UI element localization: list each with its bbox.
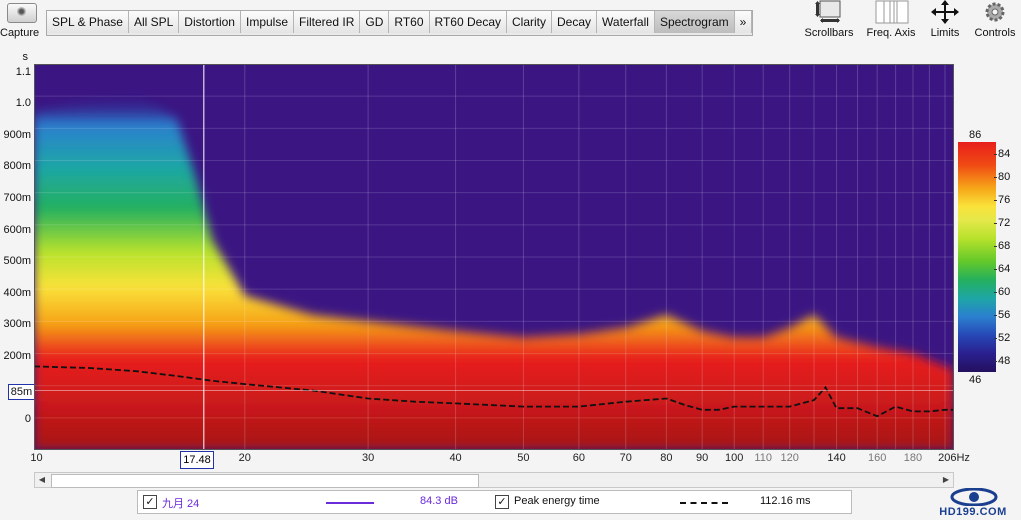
gear-icon [978, 0, 1012, 24]
scrollbar-thumb[interactable] [51, 474, 479, 488]
color-scale-tick: 76 [993, 193, 1011, 206]
y-tick: 500m [3, 255, 31, 267]
color-scale-tick: 68 [993, 239, 1011, 252]
scrollbars-button[interactable]: Scrollbars [803, 0, 855, 39]
tab-gd[interactable]: GD [360, 11, 390, 33]
x-axis: 10 20 30 40 50 60 70 80 90 100 140 206Hz 110 120 160 18… [30, 452, 970, 468]
graph-tabs: SPL & Phase All SPL Distortion Impulse F… [46, 10, 754, 36]
color-scale-max: 86 [969, 129, 982, 141]
series2-value: 112.16 ms [760, 495, 811, 507]
x-tick: 90 [696, 452, 709, 464]
tab-impulse[interactable]: Impulse [240, 11, 295, 33]
horizontal-scrollbar[interactable]: ◀ ▶ [34, 472, 954, 488]
scroll-left-arrow-icon[interactable]: ◀ [35, 473, 49, 487]
y-cursor-readout: 85m [8, 384, 35, 400]
color-scale-tick: 80 [993, 170, 1011, 183]
x-tick: 110 [754, 452, 772, 464]
camera-icon [7, 3, 37, 23]
series1-name: 九月 24 [162, 498, 200, 510]
x-tick: 10 [30, 452, 43, 464]
controls-label: Controls [974, 27, 1016, 39]
tab-decay[interactable]: Decay [552, 11, 598, 33]
x-tick: 80 [660, 452, 673, 464]
series1-checkbox[interactable]: ✓ [143, 495, 157, 509]
tab-all-spl[interactable]: All SPL [128, 11, 180, 33]
x-tick: 40 [449, 452, 462, 464]
x-cursor-readout: 17.48 [180, 451, 214, 469]
y-tick: 300m [3, 318, 31, 330]
tab-spl-phase[interactable]: SPL & Phase [47, 11, 129, 33]
x-tick: 180 [903, 452, 923, 464]
series2-swatch [680, 502, 728, 504]
y-tick: 400m [3, 287, 31, 299]
y-tick: 700m [3, 192, 31, 204]
tab-filtered-ir[interactable]: Filtered IR [294, 11, 361, 33]
y-tick: 0 [24, 413, 31, 425]
color-scale-tick: 64 [993, 262, 1011, 275]
series2-name: Peak energy time [514, 495, 600, 507]
logo-text: HD199.COM [939, 506, 1007, 518]
limits-label: Limits [930, 27, 960, 39]
tab-waterfall[interactable]: Waterfall [597, 11, 655, 33]
color-scale-tick: 52 [993, 331, 1011, 344]
tab-rt60-decay[interactable]: RT60 Decay [429, 11, 507, 33]
scroll-right-arrow-icon[interactable]: ▶ [939, 473, 953, 487]
freq-axis-button[interactable]: Freq. Axis [862, 0, 920, 39]
series1-swatch [326, 502, 374, 504]
x-tick: 30 [361, 452, 375, 464]
x-tick: 206Hz [938, 452, 970, 464]
color-scale-min: 46 [969, 374, 982, 386]
color-scale-tick: 84 [993, 147, 1011, 160]
y-tick: 600m [3, 224, 31, 236]
y-tick: 800m [3, 160, 31, 172]
logo-mark-icon [950, 488, 998, 506]
limits-button[interactable]: Limits [925, 0, 965, 39]
x-tick: 100 [725, 452, 744, 464]
color-scale-tick: 56 [993, 308, 1011, 321]
x-tick: 160 [867, 452, 887, 464]
series2-checkbox[interactable]: ✓ [495, 495, 509, 509]
y-tick: 1.1 [15, 66, 31, 78]
series1-value: 84.3 dB [420, 495, 458, 507]
color-scale-bar [958, 142, 996, 372]
x-tick: 50 [517, 452, 530, 464]
x-tick: 120 [780, 452, 799, 464]
x-tick: 70 [619, 452, 632, 464]
capture-label: Capture [0, 27, 40, 39]
x-tick: 60 [572, 452, 585, 464]
color-scale-tick: 72 [993, 216, 1011, 229]
x-tick: 20 [238, 452, 251, 464]
y-tick: 1.0 [15, 97, 31, 109]
x-tick: 140 [827, 452, 846, 464]
tab-distortion[interactable]: Distortion [179, 11, 241, 33]
tab-clarity[interactable]: Clarity [507, 11, 553, 33]
limits-arrows-icon [928, 0, 962, 24]
capture-button[interactable]: Capture [0, 0, 44, 44]
scrollbars-label: Scrollbars [804, 27, 854, 39]
legend: ✓ 九月 24 84.3 dB ✓ Peak energy time 112.1… [137, 490, 852, 514]
more-tabs-button[interactable]: » [734, 11, 753, 33]
y-tick: 200m [3, 350, 31, 362]
color-scale-tick: 60 [993, 285, 1011, 298]
hd199-logo: HD199.COM [928, 488, 1018, 520]
freq-axis-icon [874, 0, 909, 24]
spectrogram-plot[interactable] [34, 64, 954, 450]
tab-spectrogram[interactable]: Spectrogram [654, 11, 735, 33]
tab-rt60[interactable]: RT60 [389, 11, 430, 33]
scrollbars-icon [812, 0, 846, 24]
controls-button[interactable]: Controls [972, 0, 1018, 39]
y-axis-unit: s [22, 51, 29, 63]
freq-axis-label: Freq. Axis [866, 27, 916, 39]
color-scale-tick: 48 [993, 354, 1011, 367]
y-tick: 900m [3, 129, 31, 141]
